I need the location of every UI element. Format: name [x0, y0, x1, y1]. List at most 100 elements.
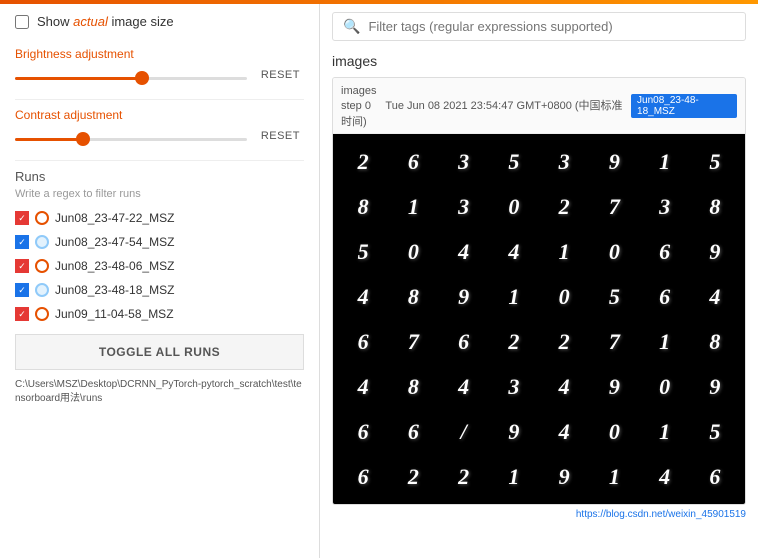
- digit-45: 9: [589, 364, 639, 409]
- digit-42: 4: [439, 364, 489, 409]
- digit-59: 1: [489, 454, 539, 499]
- run-item-4[interactable]: Jun09_11-04-58_MSZ: [15, 304, 304, 324]
- contrast-reset-button[interactable]: RESET: [257, 128, 304, 144]
- runs-list: Jun08_23-47-22_MSZ Jun08_23-47-54_MSZ Jun0…: [15, 208, 304, 324]
- digit-34: 6: [439, 319, 489, 364]
- main-container: Show actual image size Brightness adjust…: [0, 4, 758, 558]
- digit-51: 9: [489, 409, 539, 454]
- run-icon-2: [35, 259, 49, 273]
- brightness-reset-button[interactable]: RESET: [257, 67, 304, 83]
- card-timestamp: Tue Jun 08 2021 23:54:47 GMT+0800 (中国标准时…: [341, 100, 623, 128]
- digit-0: 2: [338, 139, 388, 184]
- digit-9: 1: [388, 184, 438, 229]
- card-step: step 0: [341, 100, 371, 112]
- digit-8: 8: [338, 184, 388, 229]
- digit-25: 8: [388, 274, 438, 319]
- digit-22: 6: [640, 229, 690, 274]
- run-checkbox-1[interactable]: [15, 235, 29, 249]
- digit-46: 0: [640, 364, 690, 409]
- digit-28: 0: [539, 274, 589, 319]
- toggle-all-runs-button[interactable]: TOGGLE ALL RUNS: [15, 334, 304, 370]
- runs-divider: [15, 160, 304, 161]
- run-label-0: Jun08_23-47-22_MSZ: [55, 211, 174, 225]
- run-label-2: Jun08_23-48-06_MSZ: [55, 259, 174, 273]
- run-icon-1: [35, 235, 49, 249]
- digit-37: 7: [589, 319, 639, 364]
- digit-13: 7: [589, 184, 639, 229]
- brightness-divider: [15, 99, 304, 100]
- digit-30: 6: [640, 274, 690, 319]
- digit-12: 2: [539, 184, 589, 229]
- card-label: images: [341, 85, 376, 97]
- show-actual-size-checkbox[interactable]: [15, 15, 29, 29]
- digit-54: 1: [640, 409, 690, 454]
- digit-61: 1: [589, 454, 639, 499]
- digit-5: 9: [589, 139, 639, 184]
- digit-55: 5: [690, 409, 740, 454]
- contrast-slider-wrapper: [15, 129, 247, 144]
- digit-58: 2: [439, 454, 489, 499]
- digit-33: 7: [388, 319, 438, 364]
- digit-4: 3: [539, 139, 589, 184]
- run-checkbox-4[interactable]: [15, 307, 29, 321]
- digit-11: 0: [489, 184, 539, 229]
- digit-43: 3: [489, 364, 539, 409]
- digit-14: 3: [640, 184, 690, 229]
- digit-18: 4: [439, 229, 489, 274]
- digit-40: 4: [338, 364, 388, 409]
- run-checkbox-0[interactable]: [15, 211, 29, 225]
- run-item-0[interactable]: Jun08_23-47-22_MSZ: [15, 208, 304, 228]
- digit-57: 2: [388, 454, 438, 499]
- image-card-header: images step 0 Tue Jun 08 2021 23:54:47 G…: [333, 78, 745, 134]
- search-icon: 🔍: [343, 18, 360, 35]
- digit-2: 3: [439, 139, 489, 184]
- digit-19: 4: [489, 229, 539, 274]
- brightness-label: Brightness adjustment: [15, 47, 304, 61]
- run-icon-3: [35, 283, 49, 297]
- run-checkbox-3[interactable]: [15, 283, 29, 297]
- digit-15: 8: [690, 184, 740, 229]
- digit-29: 5: [589, 274, 639, 319]
- digit-1: 6: [388, 139, 438, 184]
- digit-7: 5: [690, 139, 740, 184]
- brightness-slider[interactable]: [15, 77, 247, 80]
- digit-24: 4: [338, 274, 388, 319]
- bottom-link[interactable]: https://blog.csdn.net/weixin_45901519: [332, 509, 746, 520]
- digit-50: /: [439, 409, 489, 454]
- run-item-1[interactable]: Jun08_23-47-54_MSZ: [15, 232, 304, 252]
- contrast-slider[interactable]: [15, 138, 247, 141]
- digit-39: 8: [690, 319, 740, 364]
- show-actual-size-row: Show actual image size: [15, 14, 304, 29]
- brightness-slider-row: RESET: [15, 67, 304, 83]
- path-text: C:\Users\MSZ\Desktop\DCRNN_PyTorch-pytor…: [15, 378, 304, 406]
- highlight-actual: actual: [73, 14, 108, 29]
- brightness-slider-wrapper: [15, 68, 247, 83]
- digit-16: 5: [338, 229, 388, 274]
- run-item-3[interactable]: Jun08_23-48-18_MSZ: [15, 280, 304, 300]
- contrast-slider-row: RESET: [15, 128, 304, 144]
- digit-6: 1: [640, 139, 690, 184]
- image-card: images step 0 Tue Jun 08 2021 23:54:47 G…: [332, 77, 746, 505]
- filter-input[interactable]: [368, 19, 735, 34]
- images-section-label: images: [332, 53, 746, 69]
- run-item-2[interactable]: Jun08_23-48-06_MSZ: [15, 256, 304, 276]
- digit-63: 6: [690, 454, 740, 499]
- left-panel: Show actual image size Brightness adjust…: [0, 4, 320, 558]
- image-display: 2635391581302738504410694891056467622718…: [333, 134, 745, 504]
- right-panel: 🔍 images images step 0 Tue Jun 08 2021 2…: [320, 4, 758, 558]
- contrast-label: Contrast adjustment: [15, 108, 304, 122]
- digit-47: 9: [690, 364, 740, 409]
- digit-52: 4: [539, 409, 589, 454]
- digit-23: 9: [690, 229, 740, 274]
- digit-35: 2: [489, 319, 539, 364]
- digit-27: 1: [489, 274, 539, 319]
- runs-filter-label: Write a regex to filter runs: [15, 188, 304, 200]
- digit-31: 4: [690, 274, 740, 319]
- digit-17: 0: [388, 229, 438, 274]
- run-checkbox-2[interactable]: [15, 259, 29, 273]
- show-actual-size-label: Show actual image size: [37, 14, 174, 29]
- digit-21: 0: [589, 229, 639, 274]
- run-icon-0: [35, 211, 49, 225]
- digit-26: 9: [439, 274, 489, 319]
- run-label-3: Jun08_23-48-18_MSZ: [55, 283, 174, 297]
